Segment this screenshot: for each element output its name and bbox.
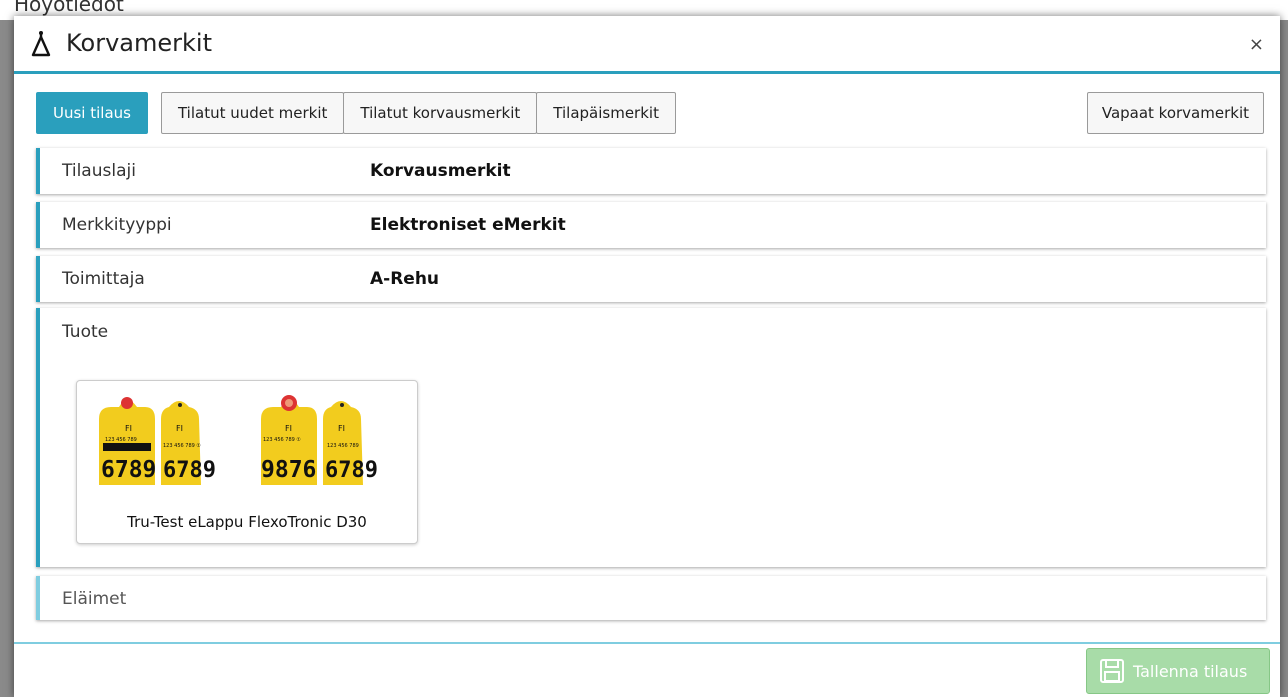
bag-icon (31, 31, 51, 57)
product-name: Tru-Test eLappu FlexoTronic D30 (127, 513, 367, 531)
tag-country: FI (285, 424, 292, 433)
dialog-header: Korvamerkit × (14, 16, 1280, 74)
product-row: Tuote FI 123 456 789 6789 FI 123 456 789… (36, 308, 1266, 567)
save-order-label: Tallenna tilaus (1133, 661, 1248, 681)
tag-country: FI (176, 424, 183, 433)
tab-bar: Uusi tilaus Tilatut uudet merkit Tilatut… (36, 92, 676, 134)
ear-tag-right-pair: FI 123 456 789 ① 9876 FI 123 456 789 678… (261, 395, 378, 485)
tag-small-number: 123 456 789 (327, 443, 359, 449)
save-order-button[interactable]: Tallenna tilaus (1086, 648, 1270, 694)
supplier-value: A-Rehu (370, 269, 440, 289)
tag-big-number: 6789 (101, 457, 156, 483)
product-label: Tuote (62, 322, 109, 342)
tab-ordered-replacement-tags[interactable]: Tilatut korvausmerkit (343, 92, 538, 134)
order-type-label: Tilauslaji (62, 161, 136, 181)
footer-divider (14, 642, 1280, 644)
tag-small-number: 123 456 789 ① (263, 437, 301, 443)
tag-big-number: 9876 (261, 457, 316, 483)
tab-temporary-tags[interactable]: Tilapäismerkit (536, 92, 676, 134)
tag-small-number: 123 456 789 (105, 437, 137, 443)
animals-row[interactable]: Eläimet (36, 576, 1266, 620)
tag-type-value: Elektroniset eMerkit (370, 215, 566, 235)
floppy-disk-icon (1100, 659, 1124, 683)
product-card[interactable]: FI 123 456 789 6789 FI 123 456 789 ① 678… (76, 380, 418, 544)
animals-label: Eläimet (62, 589, 127, 609)
tab-new-order[interactable]: Uusi tilaus (36, 92, 148, 134)
tab-ordered-new-tags[interactable]: Tilatut uudet merkit (160, 92, 345, 134)
background-page-text: Hoyotiedot (14, 0, 124, 16)
supplier-row[interactable]: Toimittaja A-Rehu (36, 256, 1266, 302)
tag-big-number: 6789 (325, 458, 378, 483)
tag-big-number: 6789 (163, 458, 216, 483)
ear-tags-dialog: Korvamerkit × Uusi tilaus Tilatut uudet … (14, 16, 1280, 697)
tag-small-number: 123 456 789 ① (163, 443, 201, 449)
ear-tag-left-pair: FI 123 456 789 6789 FI 123 456 789 ① 678… (99, 397, 216, 485)
close-icon[interactable]: × (1249, 34, 1264, 55)
tag-type-label: Merkkityyppi (62, 215, 172, 235)
supplier-label: Toimittaja (62, 269, 145, 289)
tag-country: FI (338, 424, 345, 433)
order-type-row[interactable]: Tilauslaji Korvausmerkit (36, 148, 1266, 194)
tag-country: FI (125, 424, 132, 433)
order-type-value: Korvausmerkit (370, 161, 511, 181)
tag-type-row[interactable]: Merkkityyppi Elektroniset eMerkit (36, 202, 1266, 248)
dialog-title: Korvamerkit (66, 29, 212, 57)
ear-tag-image: FI 123 456 789 6789 FI 123 456 789 ① 678… (99, 395, 378, 485)
free-replacement-tags-button[interactable]: Vapaat korvamerkit (1086, 92, 1264, 134)
